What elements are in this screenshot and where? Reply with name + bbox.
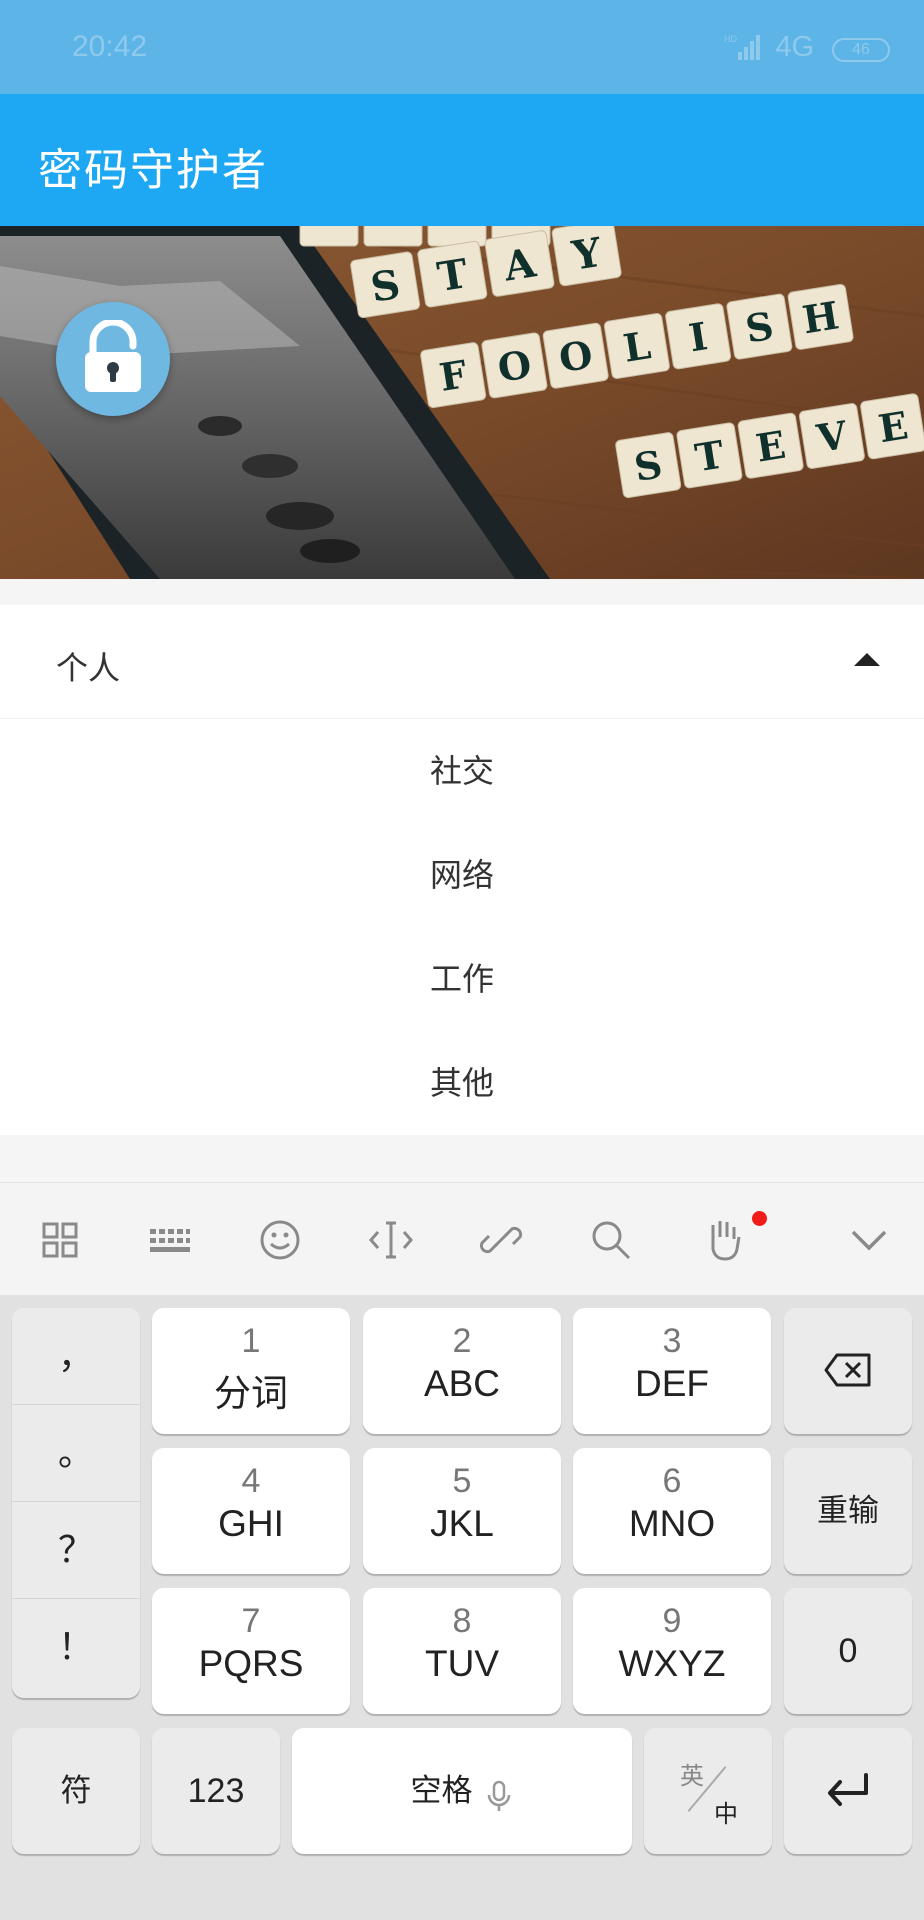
key-letters: PQRS <box>198 1643 304 1684</box>
battery-level: 46 <box>852 41 870 58</box>
spacer <box>0 579 924 605</box>
svg-text:H: H <box>799 292 842 342</box>
cursor-icon[interactable] <box>366 1215 416 1265</box>
key-letters: DEF <box>635 1363 709 1404</box>
key-letters: ABC <box>423 1363 501 1404</box>
key-letters: WXYZ <box>618 1643 726 1684</box>
key-9[interactable]: 9 WXYZ <box>573 1588 771 1714</box>
key-3[interactable]: 3 DEF <box>573 1308 771 1434</box>
category-dropdown-menu: 社交 网络 工作 其他 <box>0 719 924 1135</box>
emoji-icon[interactable] <box>255 1215 305 1265</box>
space-label: 空格 <box>410 1773 473 1809</box>
search-icon[interactable] <box>586 1215 636 1265</box>
backspace-key[interactable] <box>784 1308 912 1434</box>
key-number: 8 <box>452 1602 472 1640</box>
numbers-label: 123 <box>187 1772 245 1810</box>
collapse-chevron-icon[interactable] <box>844 1215 894 1265</box>
svg-text:O: O <box>495 341 535 391</box>
reinput-label: 重输 <box>817 1493 879 1529</box>
punct-exclaim-key[interactable]: ！ <box>12 1599 140 1696</box>
symbol-label: 符 <box>60 1773 92 1809</box>
key-6[interactable]: 6 MNO <box>573 1448 771 1574</box>
lock-button[interactable] <box>56 302 170 416</box>
key-number: 9 <box>662 1602 682 1640</box>
zero-label: 0 <box>838 1632 858 1670</box>
category-select[interactable]: 个人 <box>0 605 924 719</box>
key-letters: TUV <box>425 1643 499 1684</box>
grid-icon[interactable] <box>35 1215 85 1265</box>
key-number: 7 <box>241 1602 261 1640</box>
category-selected-value: 个人 <box>56 649 121 687</box>
hand-icon[interactable] <box>701 1215 751 1265</box>
app-title: 密码守护者 <box>38 145 268 196</box>
key-letters: MNO <box>628 1503 716 1544</box>
key-4[interactable]: 4 GHI <box>152 1448 350 1574</box>
status-bar: 20:42 HD 4G 46 <box>0 0 924 94</box>
symbol-key[interactable]: 符 <box>12 1728 140 1854</box>
key-letters: JKL <box>430 1503 494 1544</box>
category-option-other[interactable]: 其他 <box>0 1031 924 1135</box>
keyboard-icon[interactable] <box>144 1215 194 1265</box>
reinput-key[interactable]: 重输 <box>784 1448 912 1574</box>
enter-key[interactable] <box>784 1728 912 1854</box>
language-switch-key[interactable]: 英 中 <box>644 1728 772 1854</box>
key-number: 3 <box>662 1322 682 1360</box>
lang-en-label: 英 <box>680 1762 704 1790</box>
category-option-social[interactable]: 社交 <box>0 719 924 823</box>
key-7[interactable]: 7 PQRS <box>152 1588 350 1714</box>
key-number: 1 <box>241 1322 261 1360</box>
key-number: 5 <box>452 1462 472 1500</box>
svg-text:HD: HD <box>724 34 737 44</box>
key-8[interactable]: 8 TUV <box>363 1588 561 1714</box>
background-area <box>0 1135 924 1182</box>
keyboard-toolbar <box>0 1182 924 1295</box>
link-icon[interactable] <box>476 1215 526 1265</box>
svg-text:O: O <box>556 331 596 381</box>
key-letters: 分词 <box>214 1373 288 1414</box>
backspace-icon <box>824 1353 871 1387</box>
lock-open-icon <box>85 320 141 392</box>
category-option-network[interactable]: 网络 <box>0 823 924 927</box>
key-number: 4 <box>241 1462 261 1500</box>
punctuation-column[interactable]: ， 。 ？ ！ <box>12 1308 140 1698</box>
battery-indicator: 46 <box>832 38 890 62</box>
caret-up-icon <box>854 653 880 666</box>
category-option-work[interactable]: 工作 <box>0 927 924 1031</box>
microphone-icon <box>487 1780 510 1811</box>
signal-icon: HD <box>724 34 760 60</box>
key-0[interactable]: 0 <box>784 1588 912 1714</box>
key-number: 2 <box>452 1322 472 1360</box>
enter-icon <box>828 1773 868 1806</box>
numbers-key[interactable]: 123 <box>152 1728 280 1854</box>
space-key[interactable]: 空格 <box>292 1728 632 1854</box>
notification-dot <box>752 1211 767 1226</box>
network-type: 4G <box>775 31 814 63</box>
key-1[interactable]: 1 分词 <box>152 1308 350 1434</box>
punct-comma-key[interactable]: ， <box>12 1308 140 1405</box>
key-letters: GHI <box>218 1503 284 1544</box>
key-5[interactable]: 5 JKL <box>363 1448 561 1574</box>
lang-zh-label: 中 <box>714 1800 738 1828</box>
status-time: 20:42 <box>72 30 148 63</box>
keyboard: ， 。 ？ ！ 1 分词 2 ABC 3 DEF 4 GHI 5 JKL 6 M… <box>0 1295 924 1920</box>
key-2[interactable]: 2 ABC <box>363 1308 561 1434</box>
key-number: 6 <box>662 1462 682 1500</box>
punct-question-key[interactable]: ？ <box>12 1502 140 1599</box>
app-bar: 密码守护者 <box>0 94 924 226</box>
punct-period-key[interactable]: 。 <box>12 1405 140 1502</box>
